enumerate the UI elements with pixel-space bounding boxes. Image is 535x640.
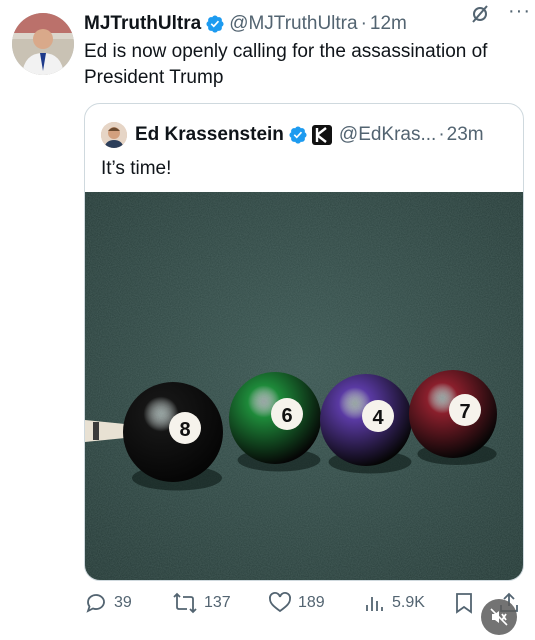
affiliate-logo-icon (311, 124, 333, 146)
verified-badge-icon (205, 14, 225, 34)
pool-ball-7: 7 (409, 370, 497, 465)
tweet[interactable]: MJTruthUltra @MJTruthUltra · 12m ··· Ed … (0, 0, 535, 640)
author-display-name[interactable]: MJTruthUltra (84, 13, 201, 35)
repost-count: 137 (204, 594, 231, 611)
like-icon (269, 592, 291, 613)
quoted-handle[interactable]: @EdKras... (339, 124, 436, 146)
author-handle[interactable]: @MJTruthUltra (229, 13, 357, 35)
like-count: 189 (298, 594, 325, 611)
separator: · (360, 13, 367, 34)
quoted-display-name[interactable]: Ed Krassenstein (135, 124, 284, 146)
pool-ball-number: 4 (372, 407, 384, 429)
like-button[interactable]: 189 (268, 588, 325, 618)
quoted-header: Ed Krassenstein @EdKras... · 23m (101, 122, 484, 148)
repost-button[interactable]: 137 (172, 588, 231, 618)
action-bar: 39 137 189 5.9K (84, 588, 524, 618)
tweet-text: Ed is now openly calling for the assassi… (84, 41, 488, 88)
pool-ball-4: 4 (320, 374, 412, 474)
quoted-tweet[interactable]: Ed Krassenstein @EdKras... · 23m It’s ti… (84, 103, 524, 581)
reply-icon (86, 594, 105, 613)
more-icon[interactable]: ··· (508, 0, 531, 23)
pool-ball-number: 6 (281, 405, 292, 427)
quoted-media-image[interactable]: 8 6 4 7 (85, 192, 523, 580)
tweet-header: MJTruthUltra @MJTruthUltra · 12m (84, 11, 524, 37)
separator: · (438, 124, 445, 145)
pool-ball-8: 8 (123, 382, 223, 491)
pool-ball-6: 6 (229, 372, 321, 472)
views-button[interactable]: 5.9K (364, 588, 425, 618)
verified-badge-icon (288, 125, 308, 145)
reply-count: 39 (114, 594, 132, 611)
tweet-time[interactable]: 12m (370, 13, 407, 35)
repost-icon (173, 592, 197, 614)
author-avatar[interactable] (12, 13, 74, 75)
pool-ball-number: 8 (179, 419, 190, 441)
bookmark-icon (456, 593, 472, 614)
grok-icon[interactable] (469, 2, 491, 31)
mute-icon (490, 608, 508, 626)
pool-ball-number: 7 (459, 401, 470, 423)
views-icon (366, 597, 383, 611)
quoted-time[interactable]: 23m (447, 124, 484, 146)
views-count: 5.9K (392, 594, 425, 611)
quoted-avatar[interactable] (101, 122, 127, 148)
quoted-text: It’s time! (101, 158, 172, 179)
bookmark-button[interactable] (454, 588, 480, 618)
mute-button[interactable] (481, 599, 517, 635)
reply-button[interactable]: 39 (84, 588, 132, 618)
